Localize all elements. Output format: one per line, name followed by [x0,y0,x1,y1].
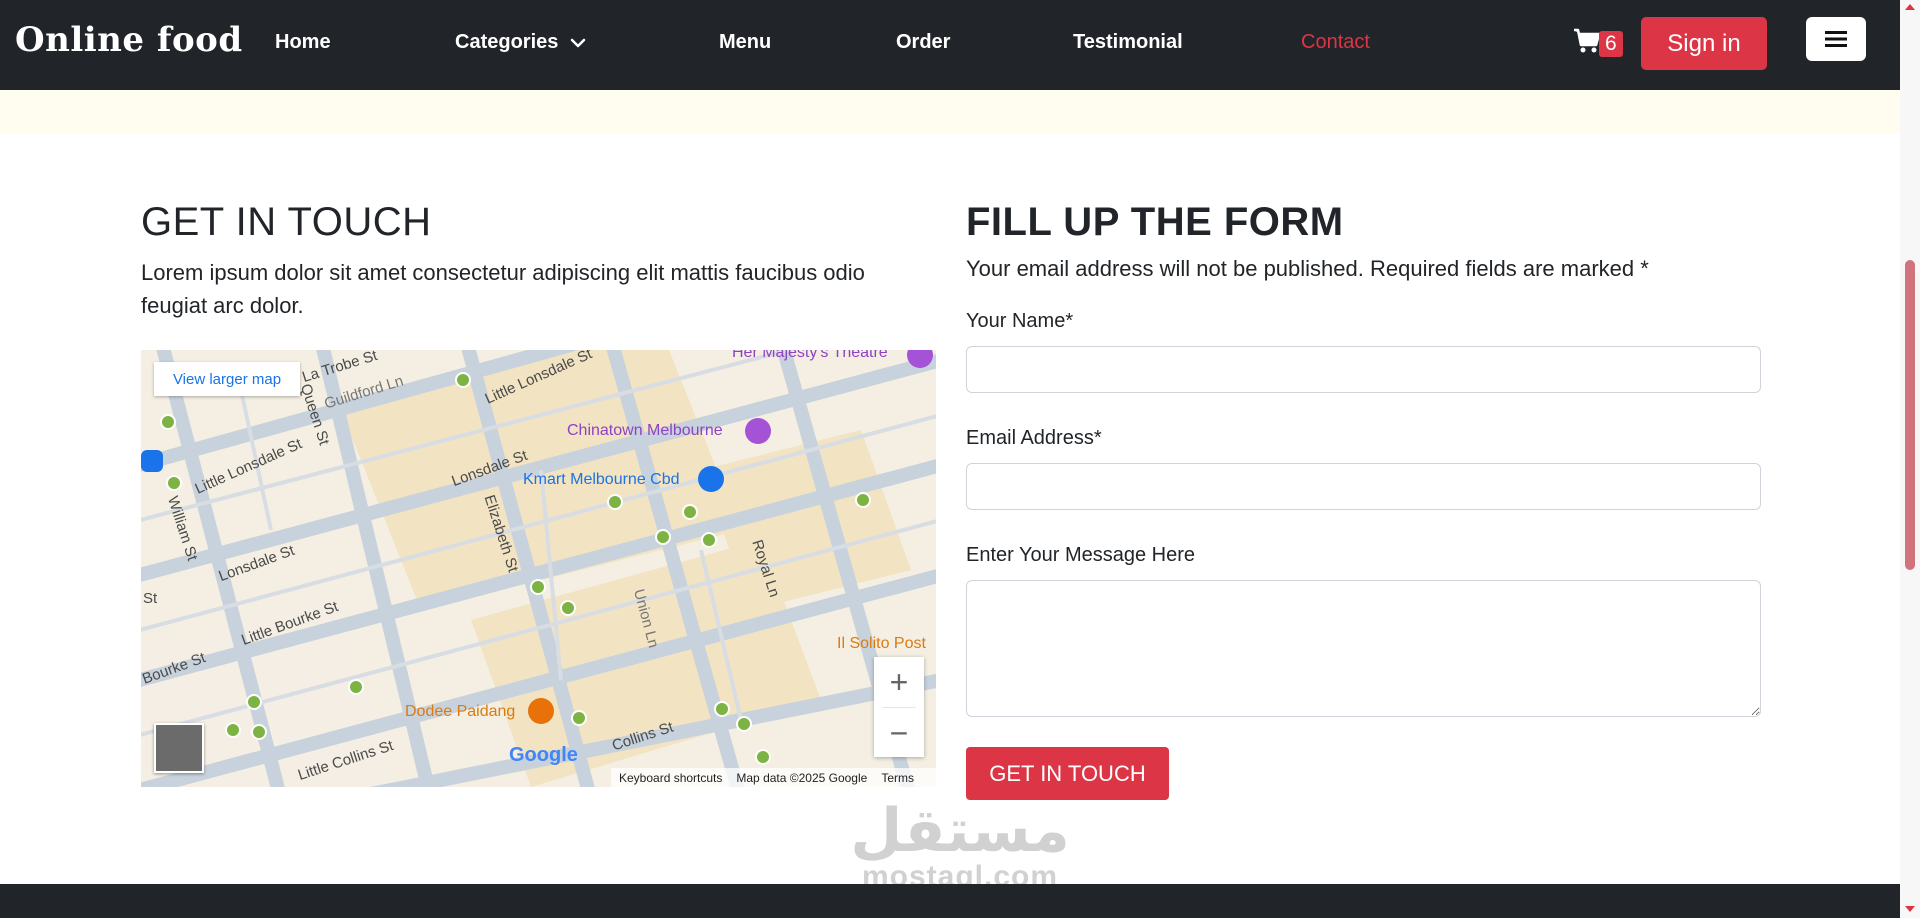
watermark-logo: مستقل mostaql.com [840,800,1080,892]
message-label: Enter Your Message Here [966,544,1196,566]
nav-categories[interactable]: Categories [455,31,588,54]
map-poi-chinatown[interactable]: Chinatown Melbourne [567,422,723,440]
page-footer [0,884,1900,918]
form-title: FILL UP THE FORM [966,200,1344,244]
terms-link[interactable]: Terms [881,771,914,785]
satellite-toggle[interactable] [154,723,204,773]
submit-button[interactable]: GET IN TOUCH [966,747,1169,800]
watermark-arabic: مستقل [850,796,1070,866]
google-map[interactable]: View larger map Her Majesty's Theatre Ch… [141,350,936,787]
navbar: Online food Home Categories Menu Order T… [0,0,1900,90]
zoom-controls: + − [874,657,924,757]
view-larger-map-link[interactable]: View larger map [154,362,300,396]
page-scrollbar[interactable] [1900,0,1920,918]
map-poi-her-majestys[interactable]: Her Majesty's Theatre [732,350,888,362]
nav-contact[interactable]: Contact [1301,31,1370,54]
hamburger-icon [1825,31,1847,47]
navbar-toggler[interactable] [1806,17,1866,61]
contact-description: Lorem ipsum dolor sit amet consectetur a… [141,260,865,318]
nav-order[interactable]: Order [896,31,950,54]
map-poi-dodee[interactable]: Dodee Paidang [405,703,515,721]
message-textarea[interactable] [966,580,1761,717]
email-label: Email Address* [966,427,1102,449]
zoom-in-button[interactable]: + [874,657,924,707]
nav-testimonial[interactable]: Testimonial [1073,31,1183,54]
zoom-out-button[interactable]: − [874,708,924,758]
google-logo-text: Google [509,744,578,766]
nav-home[interactable]: Home [275,31,331,54]
map-footer: Keyboard shortcuts Map data ©2025 Google… [611,768,936,787]
name-label: Your Name* [966,310,1074,332]
map-poi-kmart[interactable]: Kmart Melbourne Cbd [523,471,680,489]
cart-count-badge: 6 [1599,31,1623,57]
sign-in-button[interactable]: Sign in [1641,17,1767,70]
cart-icon [1574,28,1601,53]
scroll-up-arrow-icon[interactable] [1905,4,1915,10]
map-data-credit: Map data ©2025 Google [736,770,868,785]
cart-button[interactable]: 6 [1573,25,1623,57]
nav-menu[interactable]: Menu [719,31,771,54]
scroll-down-arrow-icon[interactable] [1905,906,1915,912]
map-poi-il-solito[interactable]: Il Solito Post [837,635,926,653]
hero-bottom-strip [0,90,1900,134]
scroll-thumb[interactable] [1905,260,1915,570]
keyboard-shortcuts-link[interactable]: Keyboard shortcuts [619,771,722,785]
name-input[interactable] [966,346,1761,393]
form-note: Your email address will not be published… [966,256,1649,281]
google-logo: Google [509,744,578,767]
email-input[interactable] [966,463,1761,510]
map-street-label: St [143,590,158,607]
brand-logo[interactable]: Online food [15,20,243,60]
chevron-down-icon [571,38,586,47]
nav-categories-label: Categories [455,31,559,53]
contact-title: GET IN TOUCH [141,200,432,244]
